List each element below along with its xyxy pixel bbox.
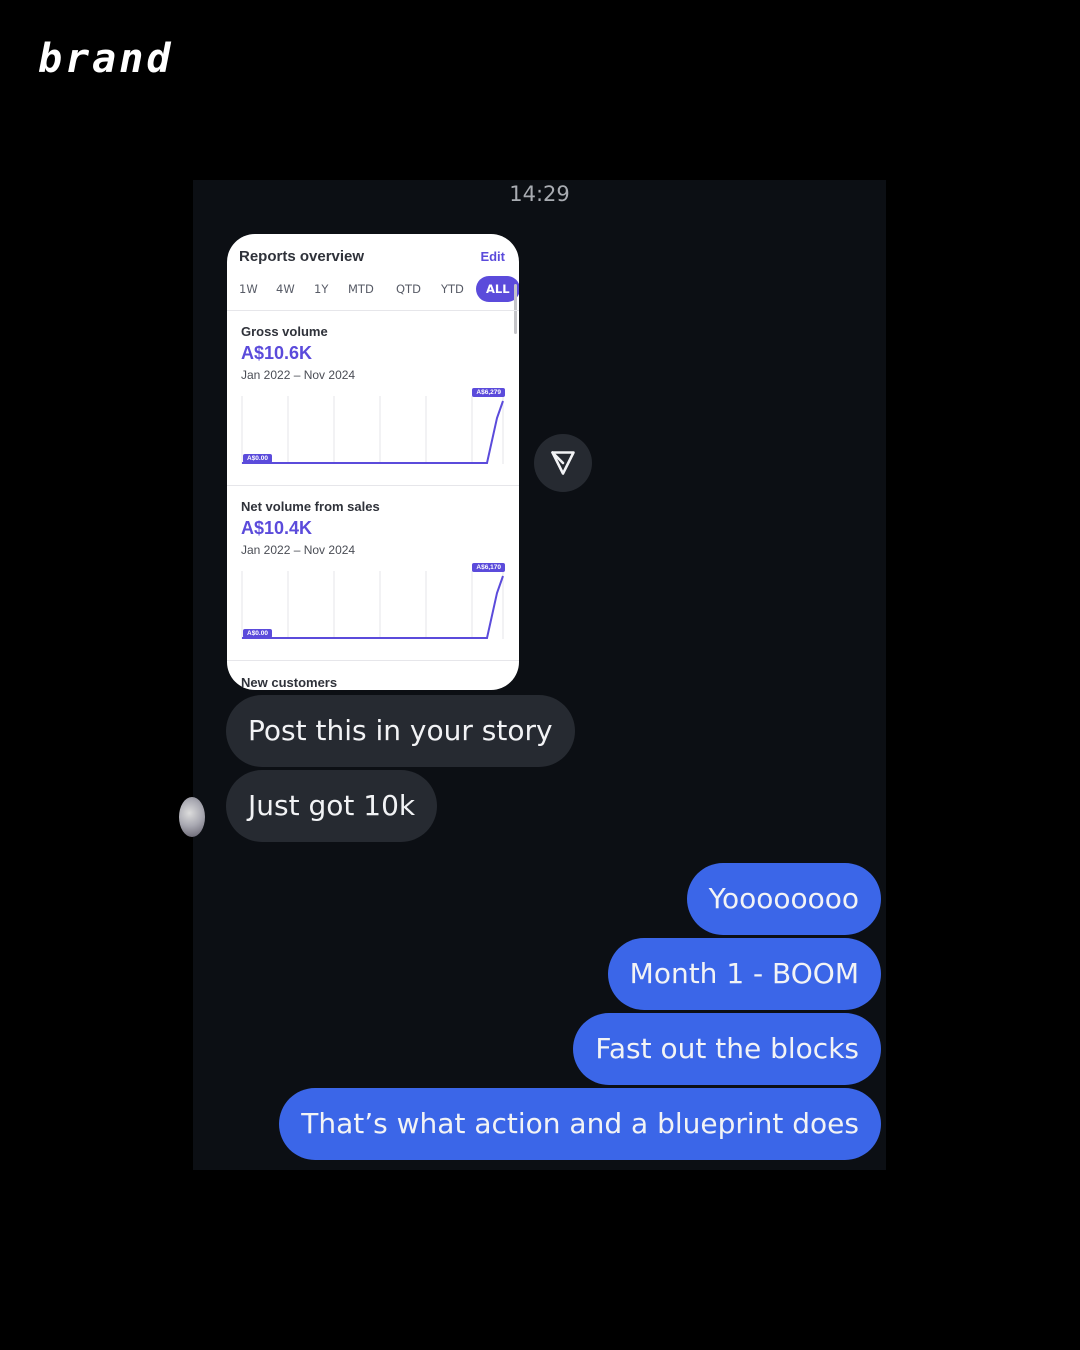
brand-logo: brand bbox=[38, 36, 174, 82]
chat-timestamp: 14:29 bbox=[509, 182, 570, 206]
report-scrollbar bbox=[514, 284, 517, 334]
report-title: Reports overview bbox=[239, 248, 365, 265]
tab-all: ALL bbox=[476, 276, 519, 302]
net-volume-low-tag: A$0.00 bbox=[243, 629, 272, 638]
gross-volume-value: A$10.6K bbox=[241, 343, 313, 363]
gross-volume-title: Gross volume bbox=[241, 324, 328, 339]
outgoing-message[interactable]: Fast out the blocks bbox=[573, 1013, 881, 1085]
net-volume-sparkline: A$0.00 A$6,170 bbox=[241, 561, 505, 639]
gross-volume-high-tag: A$6,279 bbox=[472, 388, 505, 397]
shared-report-screenshot[interactable]: Reports overview Edit 1W 4W 1Y MTD QTD Y… bbox=[227, 234, 519, 690]
send-icon bbox=[551, 451, 575, 475]
gross-volume-sparkline: A$0.00 A$6,279 bbox=[241, 386, 505, 464]
outgoing-message[interactable]: Month 1 - BOOM bbox=[607, 938, 881, 1010]
gross-volume-low-tag: A$0.00 bbox=[243, 454, 272, 463]
tab-1w: 1W bbox=[239, 282, 258, 296]
chat-thread: 14:29 Reports overview Edit 1W 4W 1Y MTD… bbox=[179, 180, 886, 1170]
net-volume-title: Net volume from sales bbox=[241, 499, 380, 514]
net-volume-range: Jan 2022 – Nov 2024 bbox=[241, 543, 356, 557]
tab-mtd: MTD bbox=[348, 282, 374, 296]
outgoing-message[interactable]: Yoooooooo bbox=[686, 863, 881, 935]
divider bbox=[227, 660, 519, 661]
outgoing-message[interactable]: That’s what action and a blueprint does bbox=[279, 1088, 881, 1160]
gross-volume-section: Gross volume A$10.6K Jan 2022 – Nov 2024 bbox=[241, 324, 505, 382]
tab-qtd: QTD bbox=[396, 282, 421, 296]
new-customers-title: New customers bbox=[241, 675, 338, 690]
sender-avatar[interactable] bbox=[179, 797, 205, 837]
report-edit-link: Edit bbox=[480, 249, 505, 264]
tab-1y: 1Y bbox=[314, 282, 329, 296]
net-volume-high-tag: A$6,170 bbox=[472, 563, 505, 572]
period-tabs: 1W 4W 1Y MTD QTD YTD ALL bbox=[233, 276, 519, 302]
divider bbox=[227, 310, 519, 311]
gross-volume-range: Jan 2022 – Nov 2024 bbox=[241, 368, 356, 382]
share-button[interactable] bbox=[534, 434, 592, 492]
incoming-message[interactable]: Post this in your story bbox=[226, 695, 575, 767]
report-header: Reports overview Edit bbox=[239, 248, 505, 265]
net-volume-value: A$10.4K bbox=[241, 518, 313, 538]
divider bbox=[227, 485, 519, 486]
net-volume-section: Net volume from sales A$10.4K Jan 2022 –… bbox=[241, 499, 505, 557]
incoming-message[interactable]: Just got 10k bbox=[226, 770, 438, 842]
tab-ytd: YTD bbox=[441, 282, 464, 296]
tab-4w: 4W bbox=[276, 282, 295, 296]
